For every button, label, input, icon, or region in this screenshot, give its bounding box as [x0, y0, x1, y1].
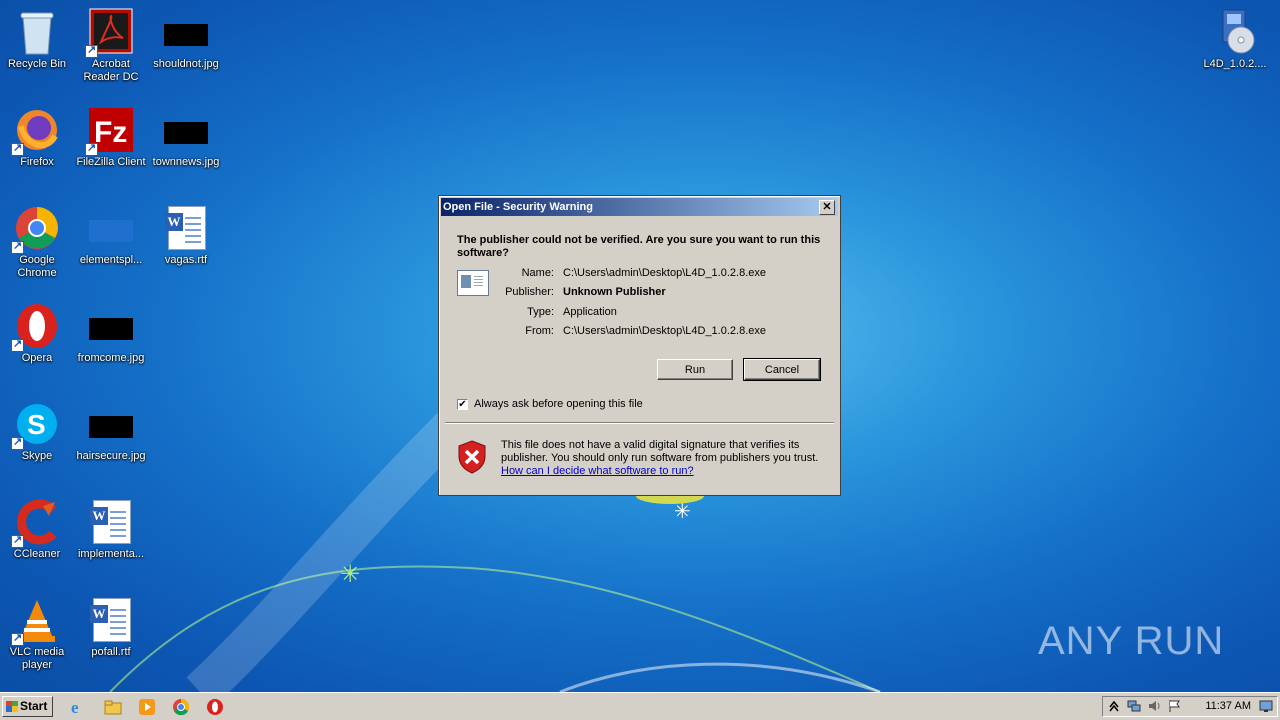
- internet-explorer-icon[interactable]: e: [70, 698, 88, 717]
- field-from-key: From:: [525, 325, 554, 337]
- word-document-icon: W: [87, 596, 135, 644]
- firefox-icon: [11, 106, 61, 156]
- desktop-icon-fromcome[interactable]: fromcome.jpg: [74, 296, 148, 382]
- vlc-icon: [11, 596, 61, 646]
- image-file-icon: [87, 400, 135, 448]
- desktop-icon-opera[interactable]: Opera: [0, 296, 74, 382]
- field-publisher-key: Publisher:: [505, 286, 554, 298]
- field-from-value: C:\Users\admin\Desktop\L4D_1.0.2.8.exe: [563, 325, 766, 337]
- desktop-icon-hairsecure[interactable]: hairsecure.jpg: [74, 394, 148, 480]
- svg-text:✳: ✳: [674, 499, 691, 523]
- desktop-icon-skype[interactable]: S Skype: [0, 394, 74, 480]
- windows-logo-icon: [6, 701, 18, 712]
- shield-warning-icon: [457, 440, 487, 474]
- show-hidden-icons-icon[interactable]: [1107, 699, 1121, 713]
- desktop-icon-google-chrome[interactable]: Google Chrome: [0, 198, 74, 284]
- chrome-icon[interactable]: [172, 698, 190, 716]
- desktop-icon-shouldnot[interactable]: shouldnot.jpg: [149, 2, 223, 88]
- close-button[interactable]: ✕: [819, 200, 835, 215]
- desktop-icon-implementa[interactable]: W implementa...: [74, 492, 148, 578]
- desktop-icon-vagas[interactable]: W vagas.rtf: [149, 198, 223, 284]
- system-tray: 11:37 AM: [1102, 696, 1278, 717]
- warning-text: This file does not have a valid digital …: [501, 439, 819, 464]
- field-from: From: C:\Users\admin\Desktop\L4D_1.0.2.8…: [439, 325, 839, 339]
- image-file-icon: [87, 302, 135, 350]
- folder-icon[interactable]: [104, 698, 122, 716]
- field-name-value: C:\Users\admin\Desktop\L4D_1.0.2.8.exe: [563, 267, 766, 279]
- skype-icon: S: [11, 400, 61, 450]
- show-desktop-icon[interactable]: [1259, 699, 1273, 713]
- cancel-button[interactable]: Cancel: [743, 358, 821, 381]
- opera-icon[interactable]: [206, 698, 224, 716]
- chrome-icon: [11, 204, 61, 254]
- image-file-icon: [162, 106, 210, 154]
- acrobat-reader-icon: [85, 8, 135, 58]
- field-type-key: Type:: [527, 306, 554, 318]
- word-document-icon: W: [87, 498, 135, 546]
- help-link[interactable]: How can I decide what software to run?: [501, 465, 694, 477]
- dialog-title-bar[interactable]: Open File - Security Warning ✕: [441, 198, 838, 216]
- desktop-icon-firefox[interactable]: Firefox: [0, 100, 74, 186]
- ccleaner-icon: [11, 498, 61, 548]
- close-icon: ✕: [822, 201, 832, 213]
- field-type: Type: Application: [439, 306, 839, 320]
- opera-icon: [11, 302, 61, 352]
- network-icon[interactable]: [1127, 699, 1141, 713]
- svg-text:S: S: [27, 409, 46, 440]
- field-publisher: Publisher: Unknown Publisher: [439, 286, 839, 300]
- field-publisher-value: Unknown Publisher: [563, 286, 666, 298]
- desktop-icon-elementspl[interactable]: elementspl...: [74, 198, 148, 284]
- svg-text:Fz: Fz: [94, 116, 127, 149]
- field-type-value: Application: [563, 306, 617, 318]
- field-name: Name: C:\Users\admin\Desktop\L4D_1.0.2.8…: [439, 267, 839, 281]
- desktop-icon-recycle-bin[interactable]: Recycle Bin: [0, 2, 74, 88]
- image-file-icon: [162, 8, 210, 56]
- recycle-bin-icon: [13, 8, 61, 56]
- always-ask-checkbox[interactable]: ✔: [457, 399, 468, 410]
- field-name-key: Name:: [521, 267, 554, 279]
- start-label: Start: [20, 699, 48, 713]
- watermark-text: ANY RUN: [1038, 619, 1224, 663]
- always-ask-label[interactable]: Always ask before opening this file: [474, 398, 643, 410]
- anyrun-watermark: ANY RUN: [1038, 608, 1238, 672]
- desktop-icon-l4d-installer[interactable]: L4D_1.0.2....: [1198, 2, 1272, 88]
- clock[interactable]: 11:37 AM: [1205, 700, 1251, 712]
- volume-icon[interactable]: [1147, 699, 1161, 713]
- svg-text:e: e: [71, 698, 79, 716]
- dialog-question: The publisher could not be verified. Are…: [457, 234, 821, 259]
- image-file-icon: [87, 204, 135, 252]
- flag-icon[interactable]: [1167, 699, 1181, 713]
- start-button[interactable]: Start: [2, 696, 53, 717]
- svg-text:✳: ✳: [340, 560, 360, 588]
- desktop-icon-pofall[interactable]: W pofall.rtf: [74, 590, 148, 676]
- word-document-icon: W: [162, 204, 210, 252]
- filezilla-icon: Fz: [85, 106, 135, 156]
- desktop-icon-ccleaner[interactable]: CCleaner: [0, 492, 74, 578]
- media-player-icon[interactable]: [138, 698, 156, 716]
- taskbar: Start e 11:37 AM: [0, 692, 1280, 720]
- desktop-icon-acrobat-reader[interactable]: Acrobat Reader DC: [74, 2, 148, 88]
- dialog-title: Open File - Security Warning: [443, 201, 593, 213]
- warning-message: This file does not have a valid digital …: [501, 439, 821, 478]
- security-warning-dialog: Open File - Security Warning ✕ The publi…: [438, 195, 841, 496]
- dialog-separator: [445, 422, 834, 424]
- installer-icon: [1211, 8, 1259, 56]
- desktop-icon-vlc[interactable]: VLC media player: [0, 590, 74, 676]
- run-button[interactable]: Run: [657, 359, 733, 380]
- desktop-icon-townnews[interactable]: townnews.jpg: [149, 100, 223, 186]
- desktop-icon-filezilla[interactable]: Fz FileZilla Client: [74, 100, 148, 186]
